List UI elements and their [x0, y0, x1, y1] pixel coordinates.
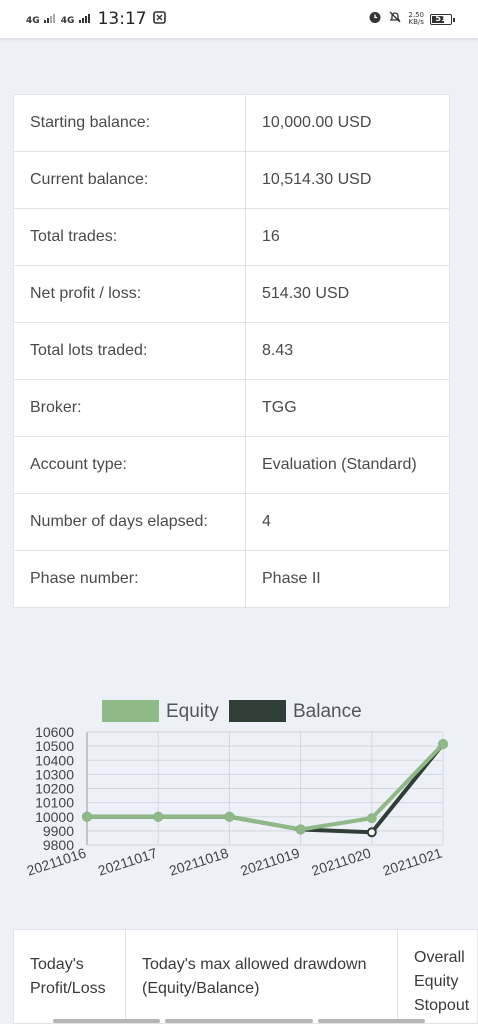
- table-row: Starting balance: 10,000.00 USD: [13, 94, 450, 152]
- row-value: 514.30 USD: [245, 265, 450, 323]
- row-value: Phase II: [245, 550, 450, 608]
- y-tick-label: 10200: [35, 781, 74, 797]
- y-tick-label: 10300: [35, 766, 74, 782]
- row-value: 4: [245, 493, 450, 551]
- equity-balance-chart: Equity Balance980099001000010100102001030…: [25, 700, 448, 879]
- table-row: Broker: TGG: [13, 379, 450, 437]
- row-label: Current balance:: [13, 151, 246, 209]
- network-speed-unit: KB/s: [408, 18, 424, 26]
- row-label: Number of days elapsed:: [13, 493, 246, 551]
- row-label: Account type:: [13, 436, 246, 494]
- legend-swatch-balance: [229, 700, 286, 722]
- data-point-equity: [153, 811, 164, 822]
- y-tick-label: 9900: [43, 823, 74, 839]
- daily-stats-table: Today's Profit/Loss Today's max allowed …: [13, 929, 478, 1024]
- row-value: Evaluation (Standard): [245, 436, 450, 494]
- y-tick-label: 10100: [35, 795, 74, 811]
- row-value: TGG: [245, 379, 450, 437]
- network-type-label-2: 4G: [60, 15, 75, 26]
- header-todays-profit-loss: Today's Profit/Loss: [14, 930, 126, 1023]
- y-tick-label: 10400: [35, 752, 74, 768]
- data-point-equity: [438, 739, 448, 750]
- table-row: Number of days elapsed: 4: [13, 493, 450, 551]
- account-info-table: Starting balance: 10,000.00 USD Current b…: [13, 94, 450, 608]
- data-point-balance: [366, 827, 377, 838]
- table-row: Total lots traded: 8.43: [13, 322, 450, 380]
- screenshot-icon: [152, 10, 166, 28]
- legend-swatch-equity: [102, 700, 159, 722]
- row-label: Net profit / loss:: [13, 265, 246, 323]
- header-overall-equity-stopout: Overall Equity Stopout: [414, 949, 470, 1014]
- table-row: Account type: Evaluation (Standard): [13, 436, 450, 494]
- status-bar-right: 2.50 KB/s 51: [368, 10, 455, 28]
- scrollbar-thumb[interactable]: [53, 1019, 160, 1023]
- scrollbar-thumb[interactable]: [318, 1019, 425, 1023]
- x-tick-label: 20211019: [238, 845, 301, 879]
- row-label: Starting balance:: [13, 94, 246, 152]
- row-value: 8.43: [245, 322, 450, 380]
- x-tick-label: 20211018: [167, 845, 230, 879]
- legend-label-equity: Equity: [166, 701, 219, 722]
- x-tick-label: 20211020: [310, 845, 373, 879]
- row-label: Total lots traded:: [13, 322, 246, 380]
- legend-label-balance: Balance: [293, 701, 362, 722]
- data-point-equity: [366, 813, 377, 824]
- status-bar: 4G 4G 13:17 2.50 KB/s 51: [0, 0, 478, 38]
- battery-icon: 51: [430, 13, 455, 25]
- table-row: Net profit / loss: 514.30 USD: [13, 265, 450, 323]
- row-value: 10,514.30 USD: [245, 151, 450, 209]
- status-bar-left: 4G 4G 13:17: [26, 9, 166, 29]
- scrollbar-thumb[interactable]: [165, 1019, 313, 1023]
- clock: 13:17: [97, 9, 147, 29]
- signal-icon-2: 4G: [61, 13, 90, 26]
- network-type-label: 4G: [26, 15, 40, 26]
- row-label: Broker:: [13, 379, 246, 437]
- alarm-icon: [368, 10, 382, 28]
- table-row: Current balance: 10,514.30 USD: [13, 151, 450, 209]
- row-value: 16: [245, 208, 450, 266]
- y-tick-label: 10600: [35, 724, 74, 740]
- row-label: Phase number:: [13, 550, 246, 608]
- battery-level: 51: [435, 13, 447, 23]
- header-todays-max-drawdown: Today's max allowed drawdown (Equity/Bal…: [126, 930, 398, 1023]
- y-tick-label: 10000: [35, 809, 74, 825]
- row-label: Total trades:: [13, 208, 246, 266]
- data-point-equity: [295, 824, 306, 835]
- network-speed: 2.50 KB/s: [408, 12, 424, 26]
- data-point-equity: [82, 811, 92, 822]
- horizontal-scrollbar[interactable]: [0, 1018, 478, 1024]
- y-tick-label: 10500: [35, 738, 74, 754]
- x-tick-label: 20211017: [96, 845, 159, 879]
- table-row: Phase number: Phase II: [13, 550, 450, 608]
- x-tick-label: 20211021: [381, 845, 444, 879]
- mute-icon: [388, 10, 402, 28]
- signal-icon: 4G: [26, 13, 55, 26]
- data-point-equity: [224, 811, 235, 822]
- row-value: 10,000.00 USD: [245, 94, 450, 152]
- table-row: Total trades: 16: [13, 208, 450, 266]
